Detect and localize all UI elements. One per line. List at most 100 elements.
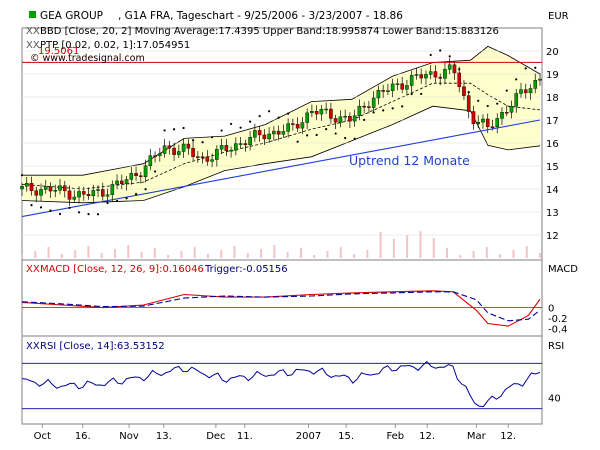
candle-up xyxy=(310,111,314,114)
parabolic-sar-dot xyxy=(344,136,347,140)
volume-bar xyxy=(299,248,302,258)
candle-up xyxy=(143,165,148,177)
series-color-swatch xyxy=(29,11,36,18)
candle-up xyxy=(110,184,115,195)
candle-up xyxy=(267,133,271,140)
parabolic-sar-dot xyxy=(372,111,375,114)
candle-up xyxy=(115,180,119,185)
candle-up xyxy=(20,186,24,190)
parabolic-sar-dot xyxy=(296,140,299,143)
candle-up xyxy=(424,74,428,79)
candle-down xyxy=(257,130,262,136)
candle-up xyxy=(281,131,286,135)
candle-down xyxy=(172,147,176,155)
parabolic-sar-dot xyxy=(134,193,138,196)
x-axis-layer: Oct 16. Nov 13. Dec 11. 2007 15. Feb 12. Mar 12. xyxy=(34,424,516,442)
candle-up xyxy=(58,185,62,191)
candle-down xyxy=(167,145,172,149)
parabolic-sar-dot xyxy=(477,99,480,102)
candle-up xyxy=(405,85,409,90)
candle-down xyxy=(86,194,91,197)
candle-down xyxy=(81,191,86,195)
parabolic-sar-dot xyxy=(524,67,527,70)
candle-down xyxy=(119,180,124,184)
price-tick-label: 19 xyxy=(546,70,559,81)
candle-up xyxy=(495,118,500,128)
parabolic-sar-dot xyxy=(153,170,157,173)
reference-label: 19.5061 xyxy=(38,46,79,57)
candle-down xyxy=(34,190,39,196)
candle-down xyxy=(333,118,338,123)
candle-down xyxy=(433,71,438,78)
x-tick-label: Nov xyxy=(119,431,139,442)
candle-up xyxy=(343,115,347,118)
volume-bar xyxy=(127,245,130,258)
candle-up xyxy=(286,123,290,132)
candle-up xyxy=(414,74,419,76)
parabolic-sar-dot xyxy=(391,107,394,110)
x-tick-label: Feb xyxy=(386,431,404,442)
volume-bar xyxy=(193,247,196,258)
x-tick-label: 16. xyxy=(75,431,91,442)
volume-bar xyxy=(499,254,502,258)
chart-canvas: Oct 16. Nov 13. Dec 11. 2007 15. Feb 12. Mar 12. 12… xyxy=(20,10,578,442)
candle-up xyxy=(39,189,43,196)
parabolic-sar-dot xyxy=(410,92,413,96)
x-tick-label: 15. xyxy=(338,431,354,442)
parabolic-sar-dot xyxy=(115,199,119,203)
parabolic-sar-dot xyxy=(486,104,489,108)
volume-bar xyxy=(446,248,449,258)
candle-up xyxy=(248,137,252,146)
candle-down xyxy=(490,126,495,128)
candle-up xyxy=(443,69,447,79)
candle-down xyxy=(381,90,385,92)
candle-down xyxy=(362,105,366,108)
candle-down xyxy=(196,156,200,158)
candle-down xyxy=(186,143,191,149)
x-tick-label: Mar xyxy=(467,431,487,442)
parabolic-sar-dot xyxy=(439,49,442,52)
candle-up xyxy=(538,78,542,81)
parabolic-sar-dot xyxy=(182,126,185,130)
volume-bar xyxy=(220,250,223,258)
parabolic-sar-dot xyxy=(20,174,24,177)
volume-bar xyxy=(140,252,143,258)
parabolic-sar-dot xyxy=(448,55,451,58)
volume-bar xyxy=(47,247,50,258)
volume-bar xyxy=(74,250,77,258)
title-details: , G1A FRA, Tageschart - 9/25/2006 - 3/23… xyxy=(118,10,403,22)
volume-bar xyxy=(87,246,90,258)
parabolic-sar-dot xyxy=(287,112,290,115)
candle-up xyxy=(43,186,48,190)
volume-bar xyxy=(366,250,369,258)
volume-bar xyxy=(379,232,382,258)
candle-down xyxy=(67,190,72,200)
candle-down xyxy=(329,108,333,119)
parabolic-sar-dot xyxy=(144,188,147,191)
price-tick-label: 20 xyxy=(546,47,559,58)
candle-up xyxy=(53,190,58,192)
candle-down xyxy=(48,186,53,192)
rsi-axis-title: RSI xyxy=(548,341,564,352)
parabolic-sar-dot xyxy=(96,213,100,216)
candle-down xyxy=(348,115,352,122)
parabolic-sar-dot xyxy=(401,105,404,108)
candle-up xyxy=(338,116,343,123)
volume-bar xyxy=(113,249,116,258)
candle-up xyxy=(24,182,29,187)
parabolic-sar-dot xyxy=(429,53,432,57)
candle-down xyxy=(452,64,457,74)
candle-down xyxy=(291,123,295,125)
parabolic-sar-dot xyxy=(220,129,223,132)
macd-legend-label: MACD [Close, 12, 26, 9]:0.16046 xyxy=(40,264,204,275)
parabolic-sar-dot xyxy=(191,139,195,142)
volume-bar xyxy=(246,253,249,258)
trigger-legend-label: Trigger:-0.05156 xyxy=(204,264,288,275)
candle-up xyxy=(210,159,214,162)
candle-up xyxy=(395,83,400,85)
volume-bar xyxy=(167,255,170,258)
volume-bar xyxy=(406,235,409,258)
parabolic-sar-dot xyxy=(458,68,461,71)
candle-down xyxy=(200,156,205,158)
parabolic-sar-dot xyxy=(325,128,328,131)
